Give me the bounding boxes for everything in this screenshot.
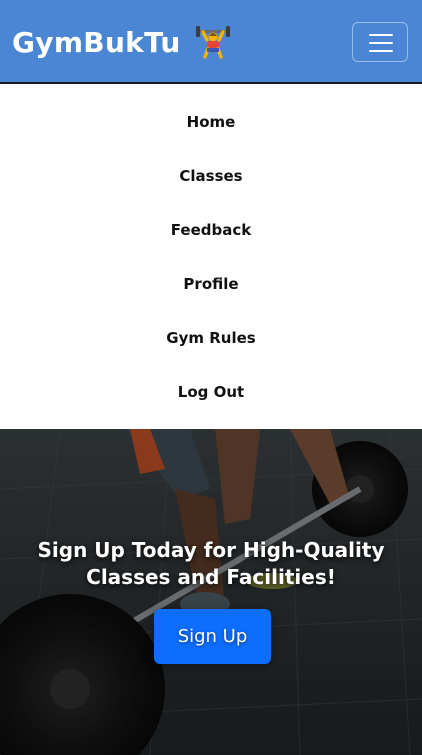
navbar: GymBukTu [0, 0, 422, 84]
hero-background-image [0, 429, 422, 755]
hamburger-menu-icon [369, 34, 393, 36]
nav-menu: Home Classes Feedback Profile Gym Rules … [0, 86, 422, 429]
nav-item-feedback[interactable]: Feedback [0, 203, 422, 257]
nav-item-profile[interactable]: Profile [0, 257, 422, 311]
weightlifter-icon [195, 24, 231, 60]
nav-item-log-out[interactable]: Log Out [0, 365, 422, 419]
brand-name[interactable]: GymBukTu [12, 26, 181, 59]
nav-item-home[interactable]: Home [0, 95, 422, 149]
nav-item-classes[interactable]: Classes [0, 149, 422, 203]
sign-up-button[interactable]: Sign Up [154, 609, 271, 664]
nav-item-gym-rules[interactable]: Gym Rules [0, 311, 422, 365]
hero-title: Sign Up Today for High-Quality Classes a… [37, 538, 385, 589]
navbar-toggle-button[interactable] [352, 22, 408, 62]
hero-section: Sign Up Today for High-Quality Classes a… [0, 429, 422, 755]
brand[interactable]: GymBukTu [12, 24, 231, 60]
